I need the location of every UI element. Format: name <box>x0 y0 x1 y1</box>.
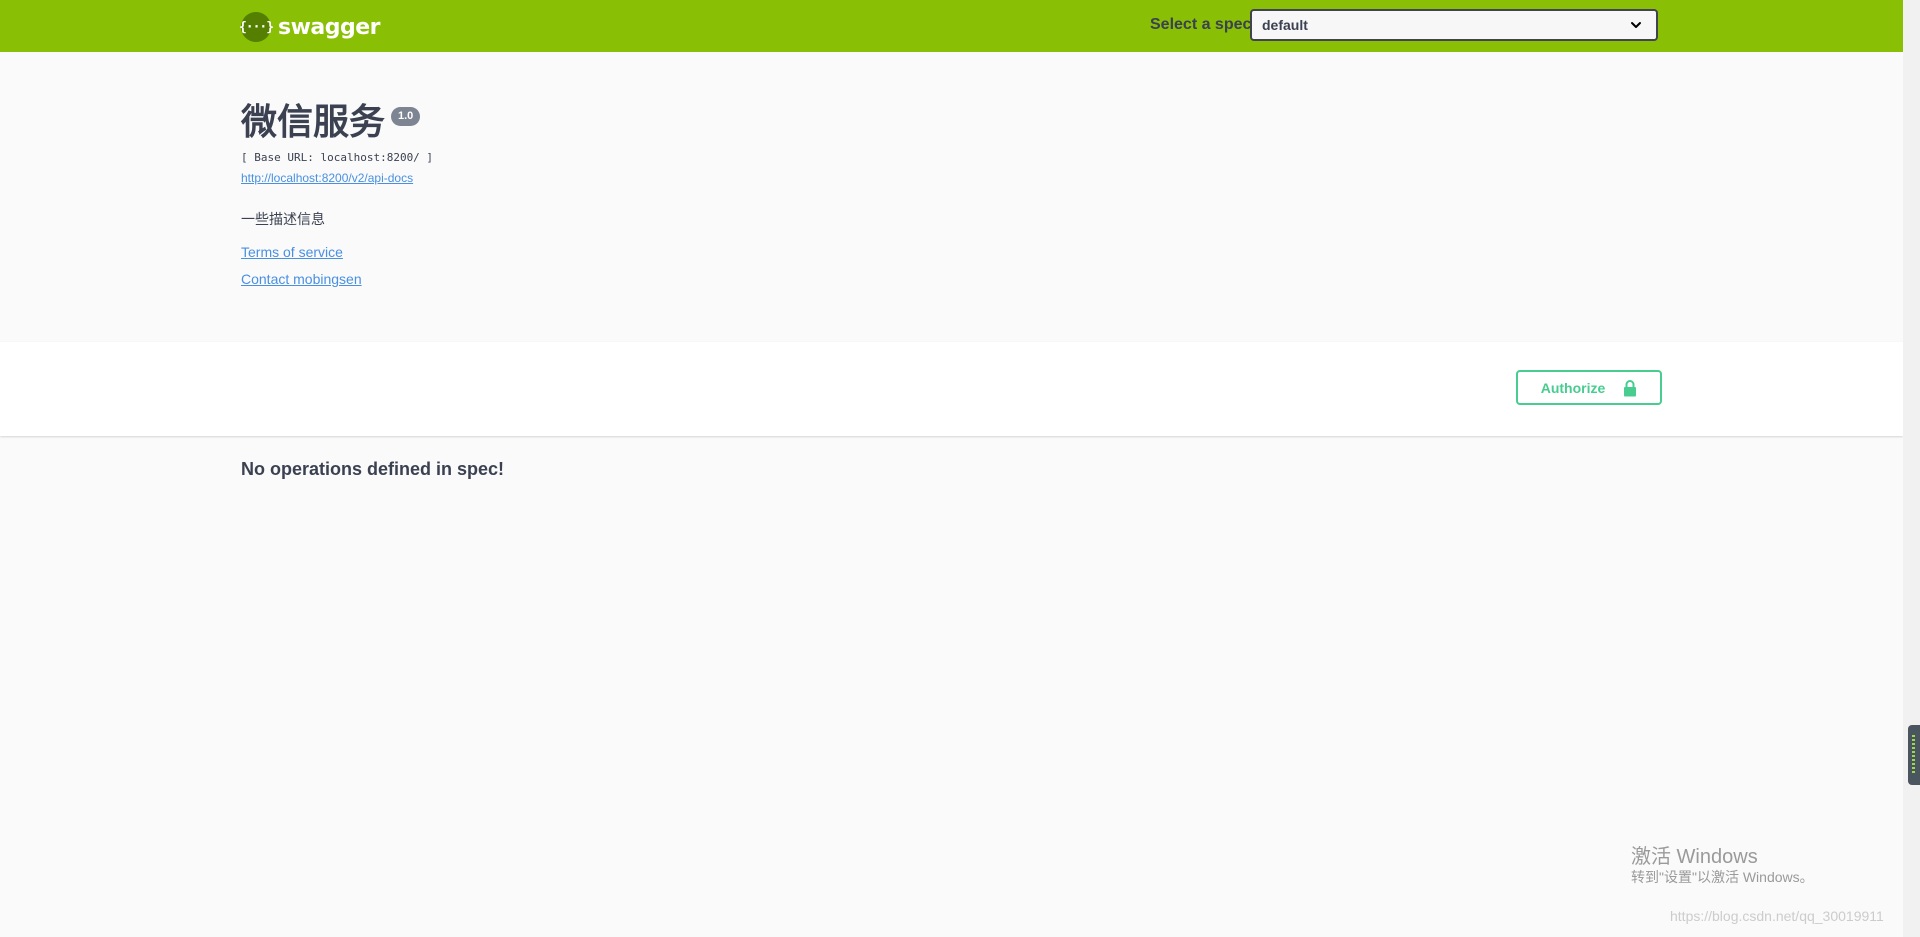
page-title: 微信服务 <box>241 101 386 142</box>
version-badge: 1.0 <box>391 107 421 126</box>
base-url-text: [ Base URL: localhost:8200/ ] <box>241 151 434 164</box>
no-operations-message: No operations defined in spec! <box>241 459 505 479</box>
api-docs-link[interactable]: http://localhost:8200/v2/api-docs <box>241 171 413 185</box>
topbar: {···} swagger Select a spec default <box>0 0 1903 52</box>
windows-activation-watermark: 激活 Windows <box>1631 846 1758 868</box>
authorize-button-label: Authorize <box>1540 379 1606 396</box>
vertical-scrollbar[interactable] <box>1903 0 1920 937</box>
swagger-logo-icon: {···} <box>239 12 274 42</box>
info-section: 微信服务 1.0 [ Base URL: localhost:8200/ ] h… <box>0 52 1903 342</box>
chevron-down-icon <box>1631 22 1641 28</box>
contact-link[interactable]: Contact mobingsen <box>241 271 362 287</box>
scrollbar-handle[interactable] <box>1908 725 1920 785</box>
api-description: 一些描述信息 <box>241 211 325 227</box>
windows-activation-subtext: 转到"设置"以激活 Windows。 <box>1631 869 1814 885</box>
swagger-brand-text: swagger <box>278 14 381 40</box>
terms-of-service-link[interactable]: Terms of service <box>241 244 343 260</box>
swagger-logo-link[interactable]: {···} swagger <box>239 12 381 42</box>
blog-url-watermark: https://blog.csdn.net/qq_30019911 <box>1670 908 1884 924</box>
select-spec-label: Select a spec <box>1150 16 1252 33</box>
spec-select-dropdown[interactable]: default <box>1250 9 1658 41</box>
lock-icon <box>1624 379 1637 396</box>
spec-select-value: default <box>1262 17 1308 33</box>
authorize-button[interactable]: Authorize <box>1516 370 1662 405</box>
